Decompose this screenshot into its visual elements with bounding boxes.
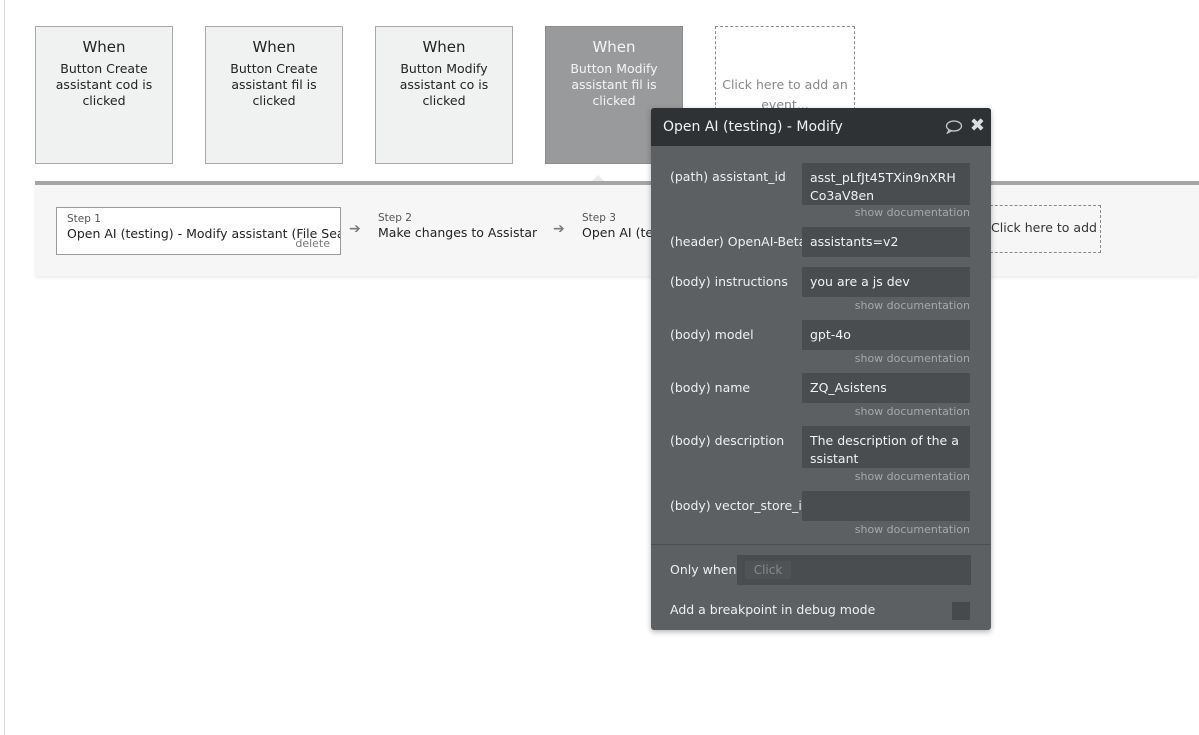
step-number: Step 1 (67, 213, 101, 225)
event-when-label: When (422, 38, 466, 56)
step-title: Open AI (testing) - Modify assistant (582, 225, 651, 240)
panel-title: Open AI (testing) - Modify (663, 119, 843, 135)
panel-header: Open AI (testing) - Modify ✖ (651, 108, 991, 146)
event-description: Button Modify assistant fil is clicked (570, 61, 658, 108)
field-label-openai-beta: (header) OpenAI-Beta (670, 234, 807, 249)
event-card-create-fil[interactable]: When Button Create assistant fil is clic… (205, 26, 343, 164)
field-label-name: (body) name (670, 380, 751, 395)
field-label-description: (body) description (670, 433, 785, 448)
event-description: Button Create assistant fil is clicked (230, 61, 318, 108)
step-1[interactable]: Step 1 Open AI (testing) - Modify assist… (56, 207, 341, 255)
event-card-modify-co[interactable]: When Button Modify assistant co is click… (375, 26, 513, 164)
show-documentation-link[interactable]: show documentation (855, 299, 970, 312)
event-when-label: When (252, 38, 296, 56)
breakpoint-checkbox[interactable] (952, 602, 970, 620)
field-label-model: (body) model (670, 327, 754, 342)
description-input[interactable]: The description of the assistant (802, 426, 970, 468)
breakpoint-label: Add a breakpoint in debug mode (670, 602, 876, 617)
event-when-label: When (82, 38, 126, 56)
step-2[interactable]: Step 2 Make changes to Assistant... (367, 207, 537, 240)
close-icon[interactable]: ✖ (970, 116, 985, 136)
openai-beta-input[interactable]: assistants=v2 (802, 227, 970, 257)
workflow-steps-band: Step 1 Open AI (testing) - Modify assist… (35, 181, 1199, 276)
show-documentation-link[interactable]: show documentation (855, 470, 970, 483)
comment-icon[interactable] (945, 120, 963, 134)
field-label-assistant-id: (path) assistant_id (670, 169, 786, 184)
event-description: Button Modify assistant co is clicked (399, 61, 489, 108)
instructions-input[interactable]: you are a js dev (802, 267, 970, 297)
left-divider (4, 0, 5, 735)
event-card-create-cod[interactable]: When Button Create assistant cod is clic… (35, 26, 173, 164)
only-when-label: Only when (670, 562, 737, 577)
name-input[interactable]: ZQ_Asistens (802, 373, 970, 403)
assistant-id-input[interactable]: asst_pLfJt45TXin9nXRHCo3aV8en (802, 163, 970, 205)
only-when-input[interactable]: Click (737, 555, 971, 585)
arrow-right-icon: ➔ (349, 221, 361, 237)
event-when-label: When (592, 38, 636, 56)
arrow-right-icon: ➔ (553, 221, 565, 237)
vector-store-id-input[interactable] (802, 491, 970, 521)
add-action-button[interactable]: Click here to add an action... (985, 205, 1101, 253)
step-3[interactable]: Step 3 Open AI (testing) - Modify assist… (571, 207, 651, 240)
event-description: Button Create assistant cod is clicked (55, 61, 153, 108)
show-documentation-link[interactable]: show documentation (855, 206, 970, 219)
field-label-instructions: (body) instructions (670, 274, 788, 289)
model-input[interactable]: gpt-4o (802, 320, 970, 350)
step-title: Make changes to Assistant... (378, 225, 537, 240)
click-placeholder[interactable]: Click (745, 561, 791, 579)
delete-step-link[interactable]: delete (295, 237, 330, 250)
show-documentation-link[interactable]: show documentation (855, 405, 970, 418)
panel-divider (651, 544, 991, 545)
field-label-vector-store-id: (body) vector_store_id (670, 498, 810, 513)
show-documentation-link[interactable]: show documentation (855, 352, 970, 365)
step-number: Step 2 (378, 212, 412, 224)
show-documentation-link[interactable]: show documentation (855, 523, 970, 536)
step-number: Step 3 (582, 212, 616, 224)
action-property-panel: Open AI (testing) - Modify ✖ (path) assi… (651, 108, 991, 630)
